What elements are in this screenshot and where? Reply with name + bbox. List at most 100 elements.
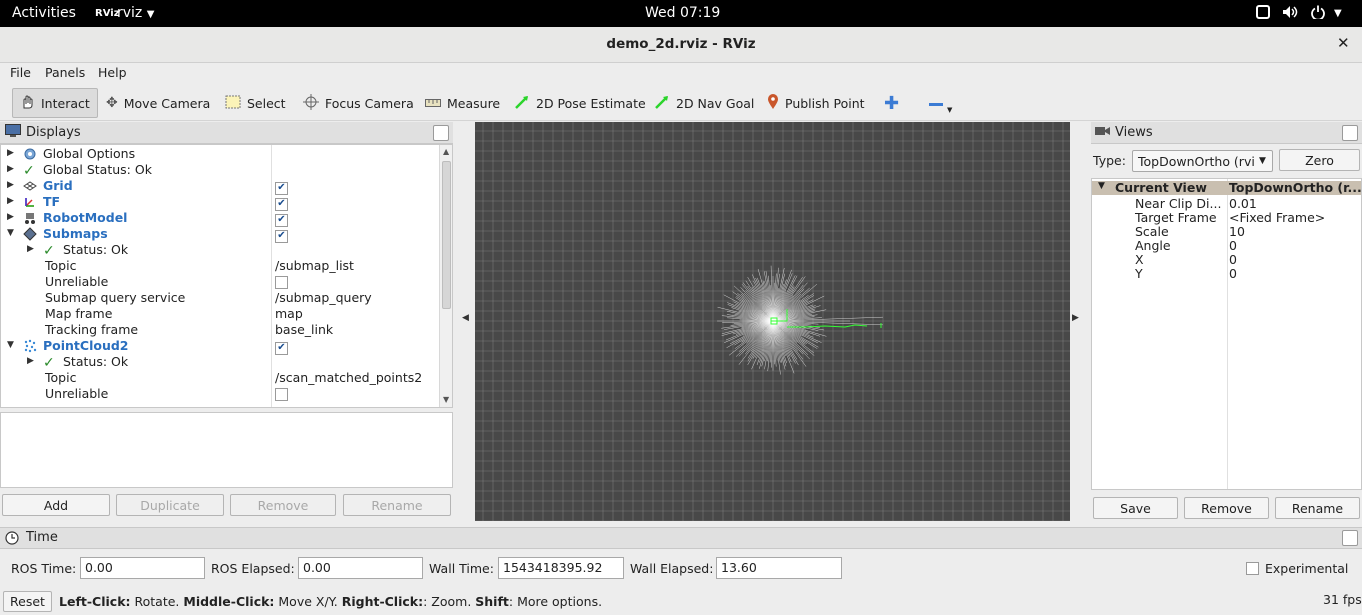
display-enable-checkbox[interactable]: ✔ <box>275 338 288 355</box>
reset-button[interactable]: Reset <box>3 591 52 612</box>
tree-collapsed-icon[interactable]: ▶ <box>7 212 14 222</box>
view-property-value[interactable]: 0.01 <box>1229 196 1257 211</box>
display-tree-row[interactable]: Tracking frame base_link <box>1 322 439 338</box>
rename-view-button[interactable]: Rename <box>1275 497 1360 519</box>
add-display-button[interactable]: Add <box>2 494 110 516</box>
measure-tool-button[interactable]: Measure <box>419 88 506 118</box>
tree-collapsed-icon[interactable]: ▶ <box>7 164 14 174</box>
tree-expanded-icon[interactable]: ▼ <box>7 228 14 238</box>
display-tree-row[interactable]: ▶ ✓ Global Status: Ok <box>1 162 439 179</box>
add-tool-button[interactable]: ✚ <box>878 88 905 118</box>
right-collapse-icon[interactable]: ▶ <box>1072 313 1079 323</box>
window-titlebar[interactable]: demo_2d.rviz - RViz ✕ <box>0 27 1362 63</box>
display-tree-row[interactable]: ▶ Grid ✔ <box>1 178 439 195</box>
scroll-up-icon[interactable]: ▲ <box>443 147 449 156</box>
duplicate-display-button[interactable]: Duplicate <box>116 494 224 516</box>
display-row-label: Global Options <box>43 146 136 161</box>
scrollbar-thumb[interactable] <box>442 161 451 309</box>
display-tree-row[interactable]: Unreliable <box>1 274 439 290</box>
display-enable-checkbox[interactable]: ✔ <box>275 178 288 195</box>
remove-view-button[interactable]: Remove <box>1184 497 1269 519</box>
window-title: demo_2d.rviz - RViz <box>606 36 756 52</box>
close-icon[interactable]: ✕ <box>1337 34 1350 52</box>
volume-icon[interactable] <box>1282 5 1298 23</box>
view-property-row[interactable]: Target Frame <Fixed Frame> <box>1092 210 1361 225</box>
panel-float-button[interactable] <box>433 125 449 141</box>
ros-time-field[interactable]: 0.00 <box>80 557 205 579</box>
display-tree-row[interactable]: Topic/scan_matched_points2 <box>1 370 439 386</box>
rename-display-button[interactable]: Rename <box>343 494 451 516</box>
select-tool-button[interactable]: Select <box>219 88 292 118</box>
focus-camera-tool-button[interactable]: Focus Camera <box>297 88 420 118</box>
view-property-value[interactable]: 10 <box>1229 224 1245 239</box>
display-tree-row[interactable]: ▶ ✓ Status: Ok <box>1 242 439 259</box>
activities-button[interactable]: Activities <box>12 5 76 21</box>
displays-scrollbar[interactable]: ▲ ▼ <box>439 145 452 407</box>
display-enable-checkbox[interactable]: ✔ <box>275 226 288 243</box>
tree-collapsed-icon[interactable]: ▶ <box>7 180 14 190</box>
wall-time-field[interactable]: 1543418395.92 <box>498 557 624 579</box>
move-camera-tool-button[interactable]: ✥ Move Camera <box>100 88 216 118</box>
view-property-row[interactable]: Scale 10 <box>1092 224 1361 239</box>
check-icon: ✓ <box>23 163 35 179</box>
clock[interactable]: Wed 07:19 <box>645 5 720 21</box>
tree-collapsed-icon[interactable]: ▶ <box>7 196 14 206</box>
grid-and-scan-view[interactable] <box>475 122 1070 521</box>
display-tree-row[interactable]: ▶ ✓ Status: Ok <box>1 354 439 371</box>
view-property-value[interactable]: 0 <box>1229 252 1237 267</box>
display-tree-row[interactable]: ▼ PointCloud2 ✔ <box>1 338 439 355</box>
menu-panels[interactable]: Panels <box>45 65 85 80</box>
tree-expanded-icon[interactable]: ▼ <box>7 340 14 350</box>
display-enable-checkbox[interactable]: ✔ <box>275 210 288 227</box>
power-icon[interactable] <box>1311 5 1325 23</box>
display-enable-checkbox[interactable] <box>275 386 288 404</box>
panel-float-button[interactable] <box>1342 125 1358 141</box>
view-property-row[interactable]: Angle 0 <box>1092 238 1361 253</box>
minus-icon <box>929 96 943 111</box>
pose-estimate-tool-button[interactable]: 2D Pose Estimate <box>508 88 652 118</box>
save-view-button[interactable]: Save <box>1093 497 1178 519</box>
render-viewport[interactable] <box>475 122 1070 521</box>
menu-help[interactable]: Help <box>98 65 127 80</box>
display-tree-row[interactable]: ▶ Global Options <box>1 146 439 162</box>
view-property-value[interactable]: <Fixed Frame> <box>1229 210 1325 225</box>
current-view-row[interactable]: ▼ Current View TopDownOrtho (r... <box>1092 180 1362 195</box>
view-property-row[interactable]: Y0 <box>1092 266 1361 281</box>
wall-elapsed-field[interactable]: 13.60 <box>716 557 842 579</box>
display-tree-row[interactable]: Submap query service/submap_query <box>1 290 439 306</box>
zero-button[interactable]: Zero <box>1279 149 1360 171</box>
display-tree-row[interactable]: ▼ Submaps ✔ <box>1 226 439 243</box>
display-tree-row[interactable]: Unreliable <box>1 386 439 402</box>
ros-elapsed-field[interactable]: 0.00 <box>298 557 423 579</box>
experimental-checkbox[interactable] <box>1246 562 1259 575</box>
view-property-row[interactable]: Near Clip Di... 0.01 <box>1092 196 1361 211</box>
app-menu-button[interactable]: rviz ▼ <box>117 5 154 21</box>
publish-point-tool-button[interactable]: Publish Point <box>761 88 871 118</box>
interact-tool-button[interactable]: Interact <box>12 88 98 118</box>
hint-text: Rotate. <box>130 594 184 609</box>
menu-file[interactable]: File <box>10 65 31 80</box>
view-property-value[interactable]: 0 <box>1229 238 1237 253</box>
view-property-value[interactable]: 0 <box>1229 266 1237 281</box>
current-view-type: TopDownOrtho (r... <box>1229 180 1362 195</box>
remove-display-button[interactable]: Remove <box>230 494 336 516</box>
tree-collapsed-icon[interactable]: ▶ <box>27 356 34 366</box>
scroll-down-icon[interactable]: ▼ <box>443 395 449 404</box>
fps-readout: 31 fps <box>1323 592 1362 607</box>
chevron-down-icon[interactable]: ▼ <box>1334 8 1342 19</box>
view-property-row[interactable]: X0 <box>1092 252 1361 267</box>
nav-goal-tool-button[interactable]: 2D Nav Goal <box>648 88 760 118</box>
remove-tool-button[interactable]: ▼ <box>923 88 958 118</box>
view-type-select[interactable]: TopDownOrtho (rvi ▼ <box>1132 150 1273 172</box>
display-tree-row[interactable]: ▶ RobotModel ✔ <box>1 210 439 227</box>
display-tree-row[interactable]: Topic/submap_list <box>1 258 439 274</box>
views-tree: ▼ Current View TopDownOrtho (r... Near C… <box>1091 178 1362 490</box>
display-enable-checkbox[interactable]: ✔ <box>275 194 288 211</box>
display-tree-row[interactable]: Map frame map <box>1 306 439 322</box>
left-collapse-icon[interactable]: ◀ <box>462 313 469 323</box>
tree-collapsed-icon[interactable]: ▶ <box>27 244 34 254</box>
tree-collapsed-icon[interactable]: ▶ <box>7 148 14 158</box>
window-icon[interactable] <box>1256 5 1270 23</box>
display-tree-row[interactable]: ▶ TF ✔ <box>1 194 439 211</box>
panel-float-button[interactable] <box>1342 530 1358 546</box>
